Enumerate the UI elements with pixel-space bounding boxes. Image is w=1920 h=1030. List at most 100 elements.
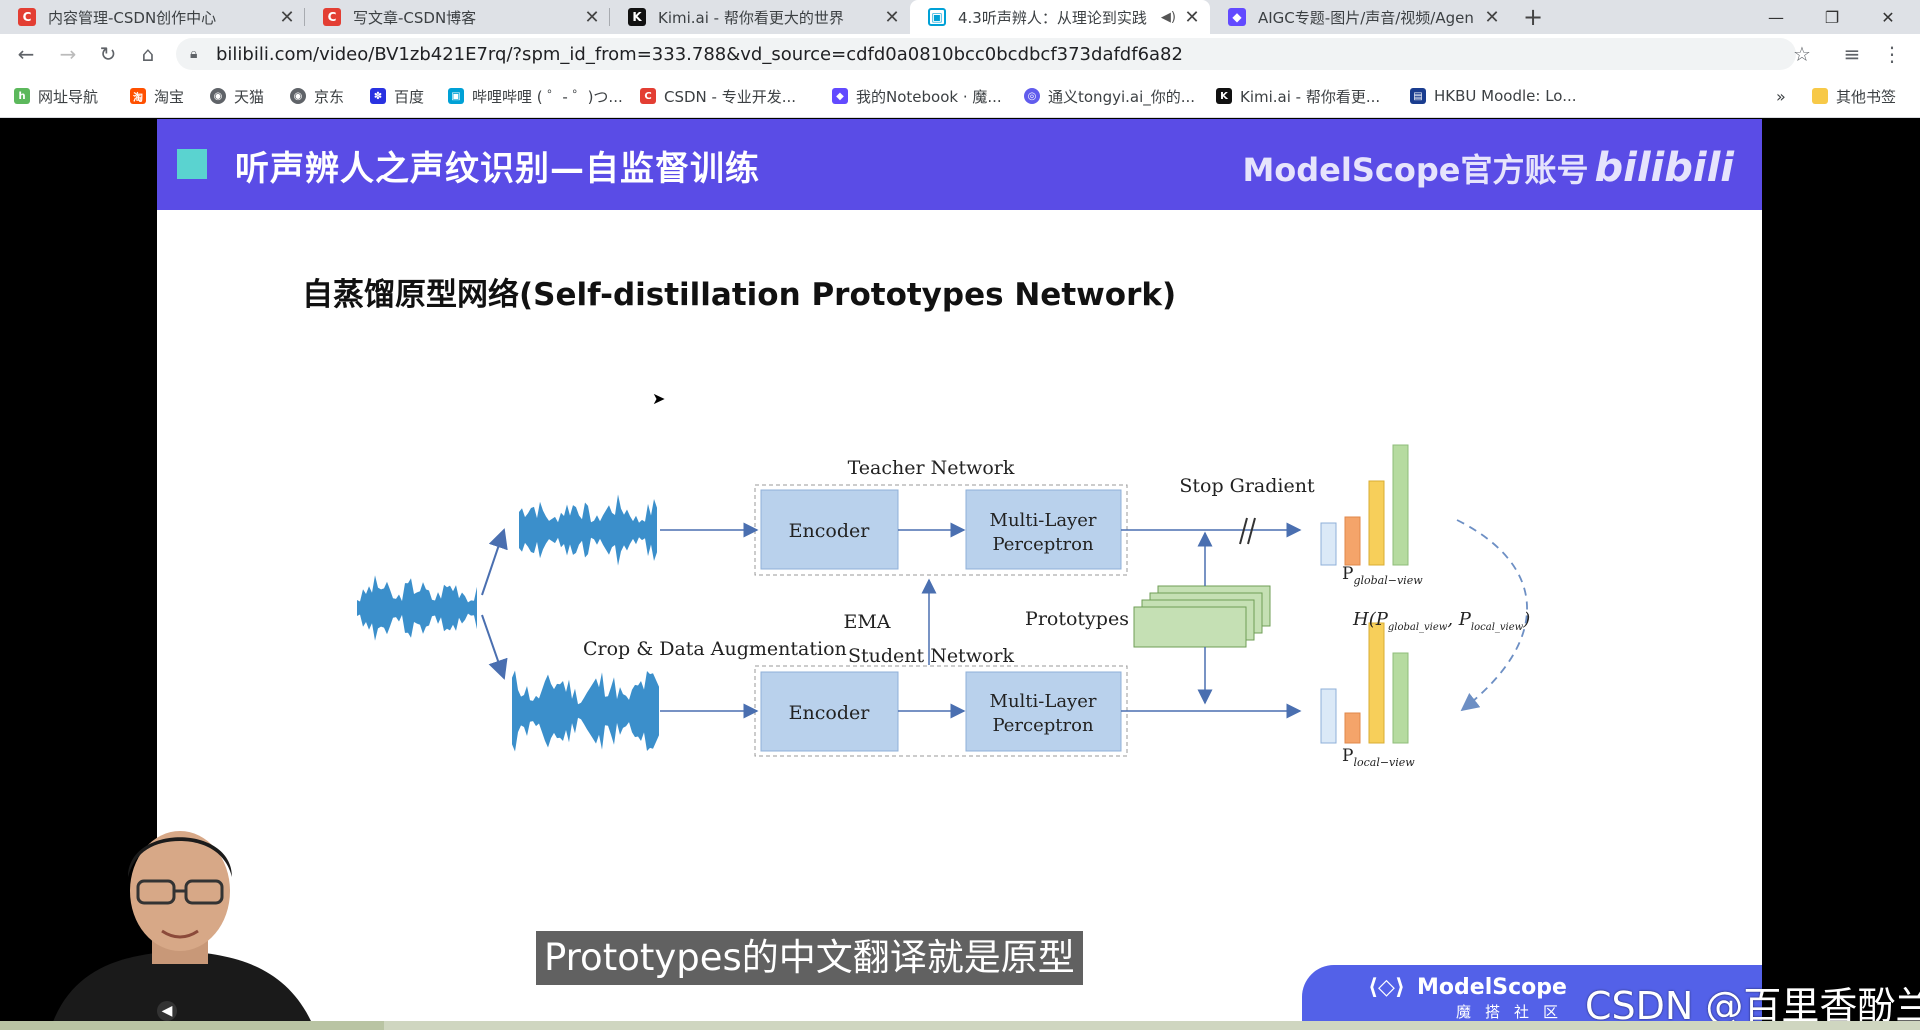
tab-bilibili-active[interactable]: ▣ 4.3听声辨人：从理论到实践 ◀) ✕ — [910, 0, 1210, 34]
bookmark-item[interactable]: ✽ 百度 — [370, 84, 424, 108]
close-window-button[interactable]: ✕ — [1864, 0, 1912, 34]
reading-list-icon[interactable]: ≡ — [1836, 38, 1868, 70]
collapse-arrow-icon[interactable]: ◀ — [157, 1001, 177, 1021]
lock-icon[interactable]: 🔒︎ — [190, 46, 206, 62]
tab-title: AIGC专题-图片/声音/视频/Agen — [1258, 8, 1474, 27]
other-bookmarks-folder[interactable]: 其他书签 — [1812, 84, 1896, 108]
probability-bar — [1320, 522, 1337, 566]
slide-header: 听声辨人之声纹识别—自监督训练 ModelScope官方账号 bilibili — [157, 119, 1762, 210]
probability-bar — [1368, 622, 1385, 744]
split-arrow-up — [481, 528, 508, 596]
brand-text: ModelScope官方账号 bilibili — [1242, 145, 1734, 191]
crop-augmentation-label: Crop & Data Augmentation — [583, 638, 847, 660]
bookmark-item[interactable]: ▤ HKBU Moodle: Lo... — [1410, 84, 1577, 108]
ema-label: EMA — [843, 611, 890, 633]
address-bar[interactable]: 🔒︎ bilibili.com/video/BV1zb421E7rq/?spm_… — [176, 38, 1796, 70]
close-icon[interactable]: ✕ — [1482, 7, 1502, 28]
bookmark-item[interactable]: 淘淘宝 — [130, 84, 184, 108]
globe-icon: ◉ — [210, 88, 226, 104]
tab-csdn-write[interactable]: C 写文章-CSDN博客 ✕ — [305, 0, 610, 34]
encoder-label: Encoder — [789, 702, 871, 724]
slide-title: 听声辨人之声纹识别—自监督训练 — [235, 149, 760, 189]
baidu-icon: ✽ — [370, 88, 386, 104]
close-icon[interactable]: ✕ — [882, 7, 902, 28]
bookmarks-bar: h 网址导航 淘淘宝 ◉ 天猫 ◉ 京东 ✽ 百度 ▣ 哔哩哔哩 ( ゜- ゜)つ... … — [0, 74, 1920, 118]
csdn-icon: C — [18, 8, 36, 26]
tab-aigc[interactable]: ◆ AIGC专题-图片/声音/视频/Agen ✕ — [1210, 0, 1510, 34]
mlp-label-line1: Multi-Layer — [990, 510, 1097, 531]
spn-diagram: Teacher Network Encoder Multi-Layer Perc… — [357, 444, 1530, 769]
bilibili-icon: ▣ — [928, 8, 946, 26]
tab-csdn-content[interactable]: C 内容管理-CSDN创作中心 ✕ — [0, 0, 305, 34]
globe-icon: ◉ — [290, 88, 306, 104]
bookmark-item[interactable]: ◉ 天猫 — [210, 84, 264, 108]
more-bookmarks-button[interactable]: » — [1776, 84, 1786, 108]
mlp-label-line2: Perceptron — [992, 534, 1093, 555]
local-view-distribution — [1320, 622, 1409, 744]
bookmark-item[interactable]: ◉ 京东 — [290, 84, 344, 108]
video-subtitle: Prototypes的中文翻译就是原型 — [536, 931, 1083, 985]
bookmark-label: 京东 — [314, 87, 345, 106]
modelscope-logo-text: ModelScope — [1417, 975, 1567, 1000]
stop-gradient-mark — [1239, 517, 1248, 545]
url-text: bilibili.com/video/BV1zb421E7rq/?spm_id_… — [216, 43, 1183, 65]
tongyi-icon: ◎ — [1024, 88, 1040, 104]
encoder-label: Encoder — [789, 520, 871, 542]
probability-bar — [1392, 652, 1409, 744]
bookmark-label: 网址导航 — [38, 87, 99, 106]
bookmark-item[interactable]: ◆ 我的Notebook · 魔... — [832, 84, 1002, 108]
video-progress-fill — [0, 1021, 384, 1030]
video-player[interactable]: 听声辨人之声纹识别—自监督训练 ModelScope官方账号 bilibili 自… — [0, 119, 1920, 1030]
student-network-label: Student Network — [848, 645, 1014, 667]
minimize-button[interactable]: — — [1752, 0, 1800, 34]
home-button[interactable]: ⌂ — [132, 38, 164, 70]
tab-title: 内容管理-CSDN创作中心 — [48, 8, 217, 27]
stop-gradient-label: Stop Gradient — [1179, 475, 1315, 497]
probability-bar — [1392, 444, 1409, 566]
forward-button[interactable]: → — [52, 38, 84, 70]
bookmark-label: 其他书签 — [1836, 87, 1897, 106]
back-button[interactable]: ← — [10, 38, 42, 70]
bilibili-icon: ▣ — [448, 88, 464, 104]
bookmark-star-icon[interactable]: ☆ — [1790, 38, 1814, 70]
modelscope-sub-label: 魔搭社区 — [1456, 1003, 1573, 1021]
close-icon[interactable]: ✕ — [582, 7, 602, 28]
video-progress-bar[interactable] — [0, 1021, 1920, 1030]
restore-button[interactable]: ❐ — [1808, 0, 1856, 34]
moodle-icon: ▤ — [1410, 88, 1426, 104]
tab-title: 4.3听声辨人：从理论到实践 — [958, 8, 1147, 27]
bookmark-item[interactable]: h 网址导航 — [14, 84, 98, 108]
menu-dots-icon[interactable]: ⋮ — [1876, 38, 1908, 70]
header-square-decoration — [177, 149, 207, 179]
modelscope-logo-icon: ⟨◇⟩ — [1368, 975, 1406, 1000]
bookmark-item[interactable]: C CSDN - 专业开发... — [640, 84, 796, 108]
tab-kimi[interactable]: K Kimi.ai - 帮你看更大的世界 ✕ — [610, 0, 910, 34]
bookmark-label: 通义tongyi.ai_你的... — [1048, 87, 1196, 106]
speaker-icon[interactable]: ◀) — [1161, 10, 1176, 25]
loss-formula: H(Pglobal_view, Plocal_view) — [1352, 609, 1530, 633]
close-icon[interactable]: ✕ — [277, 7, 297, 28]
csdn-icon: C — [640, 88, 656, 104]
presentation-slide: 听声辨人之声纹识别—自监督训练 ModelScope官方账号 bilibili 自… — [157, 119, 1762, 1022]
new-tab-button[interactable]: + — [1518, 0, 1548, 34]
kimi-icon: K — [1216, 88, 1232, 104]
probability-bar — [1368, 480, 1385, 566]
reload-button[interactable]: ↻ — [92, 38, 124, 70]
bookmark-label: 天猫 — [234, 87, 265, 106]
bookmark-item[interactable]: ◎ 通义tongyi.ai_你的... — [1024, 84, 1195, 108]
stop-gradient-mark — [1247, 517, 1256, 545]
teacher-waveform — [519, 494, 657, 566]
modelscope-icon: ◆ — [832, 88, 848, 104]
mlp-label-line1: Multi-Layer — [990, 691, 1097, 712]
bookmark-label: 百度 — [394, 87, 425, 106]
bookmark-item[interactable]: K Kimi.ai - 帮你看更... — [1216, 84, 1380, 108]
probability-bar — [1344, 516, 1361, 566]
close-icon[interactable]: ✕ — [1182, 7, 1202, 28]
bookmark-label: HKBU Moodle: Lo... — [1434, 87, 1577, 105]
bookmark-item[interactable]: ▣ 哔哩哔哩 ( ゜- ゜)つ... — [448, 84, 623, 108]
split-arrow-down — [481, 614, 508, 680]
p-local-label: Plocal−view — [1342, 746, 1415, 769]
kimi-icon: K — [628, 8, 646, 26]
csdn-icon: C — [323, 8, 341, 26]
tab-strip: C 内容管理-CSDN创作中心 ✕ C 写文章-CSDN博客 ✕ K Kimi.… — [0, 0, 1920, 34]
